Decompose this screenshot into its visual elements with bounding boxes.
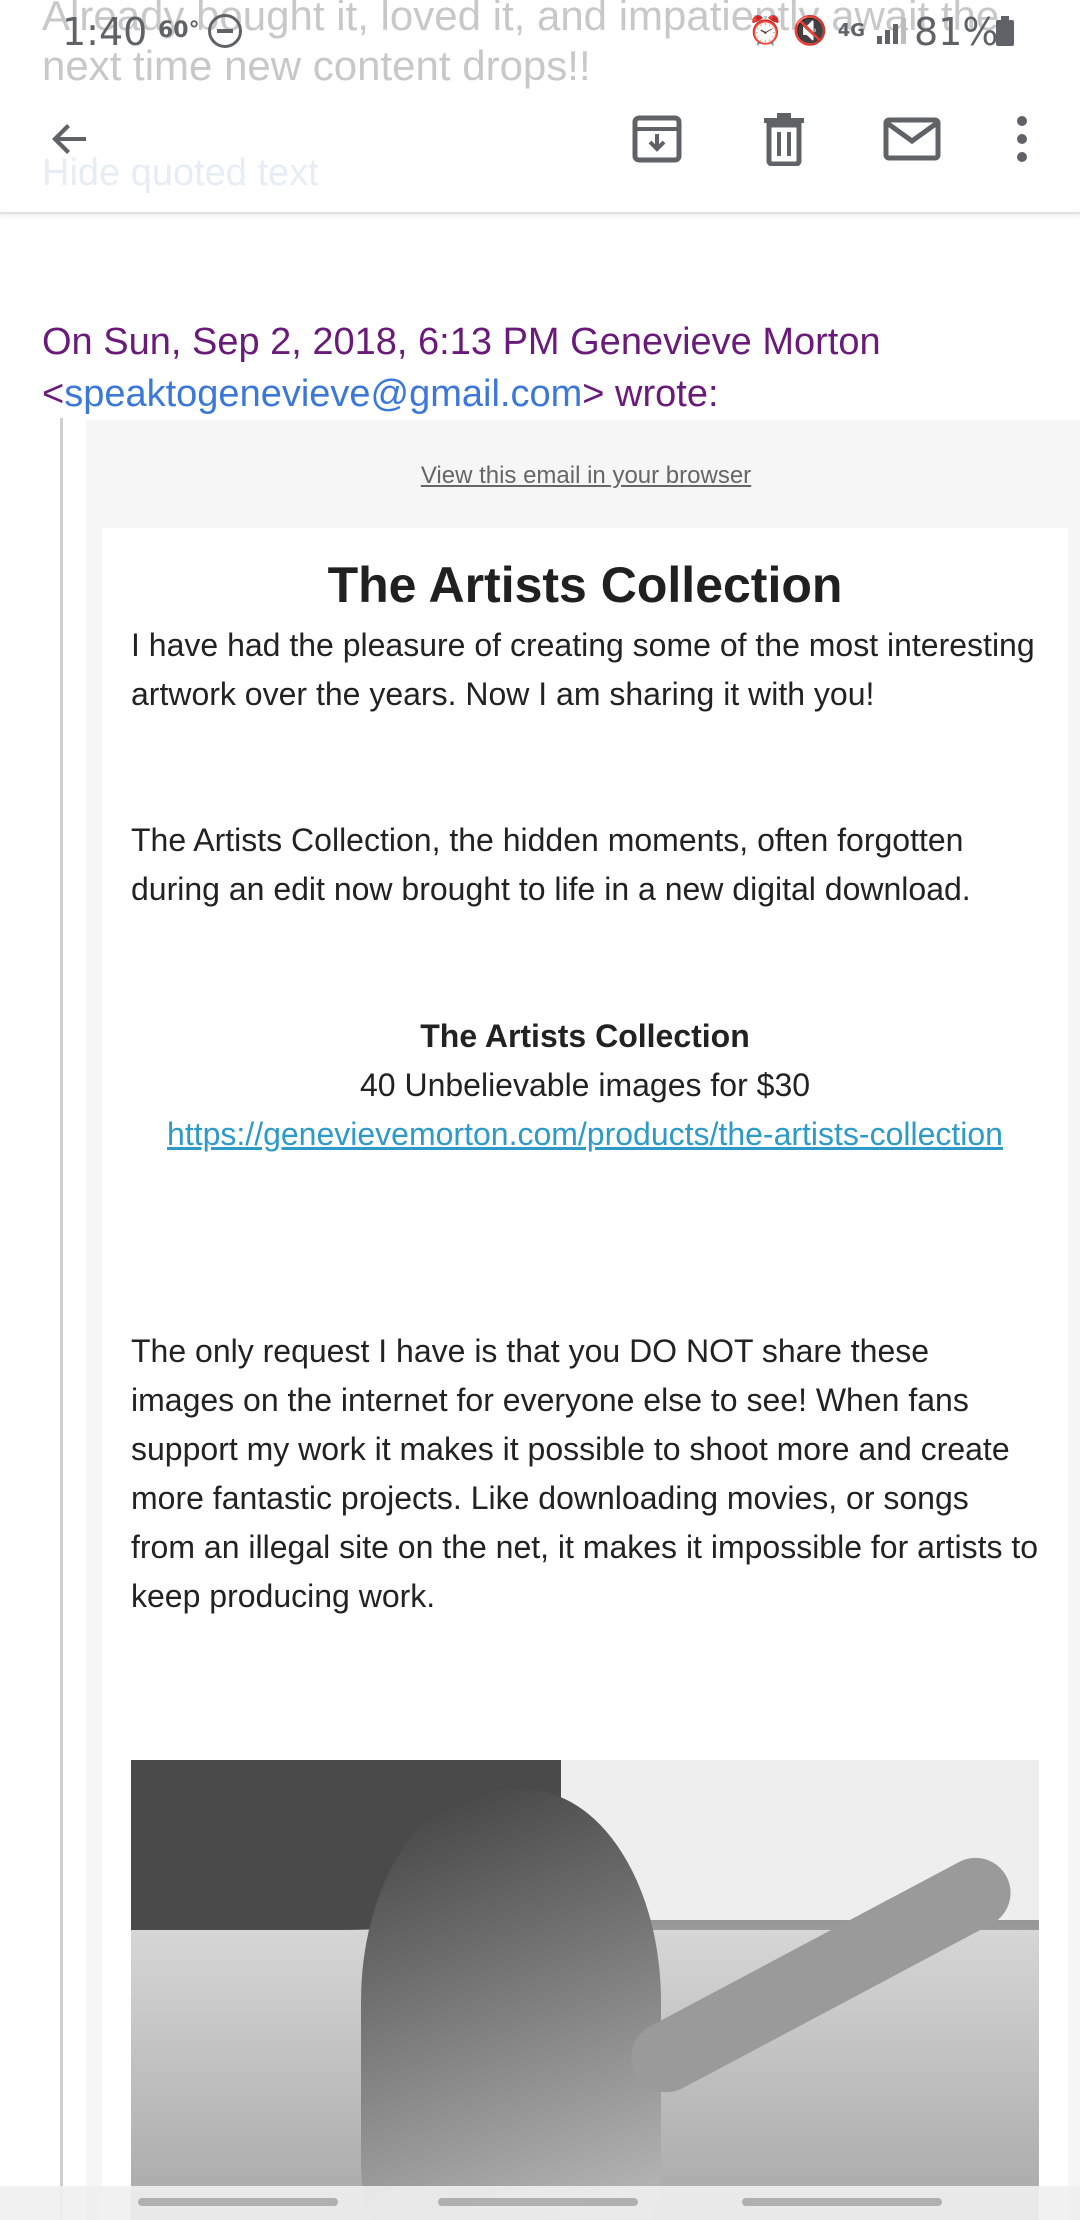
quote-bar xyxy=(60,418,63,2220)
quote-prefix: On Sun, Sep 2, 2018, 6:13 PM Genevieve M… xyxy=(42,321,881,363)
email-paragraph: The only request I have is that you DO N… xyxy=(131,1333,1039,1614)
nav-handle[interactable] xyxy=(138,2198,338,2206)
battery-icon xyxy=(996,16,1014,46)
delete-icon xyxy=(764,113,804,166)
more-vert-icon xyxy=(1017,116,1027,162)
email-title: The Artists Collection xyxy=(327,557,843,613)
status-bar: 1:40 60° ⏰ 🔇 4G 81% xyxy=(0,0,1080,62)
email-paragraph: I have had the pleasure of creating some… xyxy=(131,627,1035,712)
more-options-button[interactable] xyxy=(990,107,1054,171)
email-paragraph: The Artists Collection, the hidden momen… xyxy=(131,822,971,907)
nav-handle[interactable] xyxy=(438,2198,638,2206)
data-4g-icon: 4G xyxy=(837,20,866,41)
mail-icon xyxy=(883,117,941,161)
delete-button[interactable] xyxy=(752,107,816,171)
product-block: The Artists Collection 40 Unbelievable i… xyxy=(102,1012,1068,1159)
sender-email-link[interactable]: speaktogenevieve@gmail.com xyxy=(64,373,582,415)
mark-unread-button[interactable] xyxy=(880,107,944,171)
mute-icon: 🔇 xyxy=(792,14,828,47)
photo-figure xyxy=(361,1790,661,2220)
signal-icon xyxy=(877,17,907,44)
product-description: 40 Unbelievable images for $30 xyxy=(359,1067,811,1103)
quote-attribution: On Sun, Sep 2, 2018, 6:13 PM Genevieve M… xyxy=(42,316,1052,420)
system-icons: ⏰ 🔇 4G xyxy=(748,14,909,47)
battery-percent: 81% xyxy=(914,10,999,54)
status-time: 1:40 xyxy=(62,10,148,54)
back-button[interactable] xyxy=(38,107,102,171)
app-bar xyxy=(0,62,1080,214)
quote-suffix: > wrote: xyxy=(582,373,719,415)
product-name: The Artists Collection xyxy=(420,1018,750,1054)
quote-lt: < xyxy=(42,373,65,415)
dnd-icon xyxy=(208,14,242,48)
archive-button[interactable] xyxy=(625,107,689,171)
archive-icon xyxy=(632,115,682,163)
view-in-browser-link[interactable]: View this email in your browser xyxy=(86,462,1080,490)
alarm-icon: ⏰ xyxy=(748,14,783,47)
product-link[interactable]: https://genevievemorton.com/products/the… xyxy=(102,1110,1068,1159)
status-temperature: 60° xyxy=(158,18,200,43)
email-photo[interactable] xyxy=(131,1760,1039,2220)
nav-handle[interactable] xyxy=(742,2198,942,2206)
back-arrow-icon xyxy=(52,124,86,154)
gesture-nav-bar xyxy=(0,2186,1080,2220)
